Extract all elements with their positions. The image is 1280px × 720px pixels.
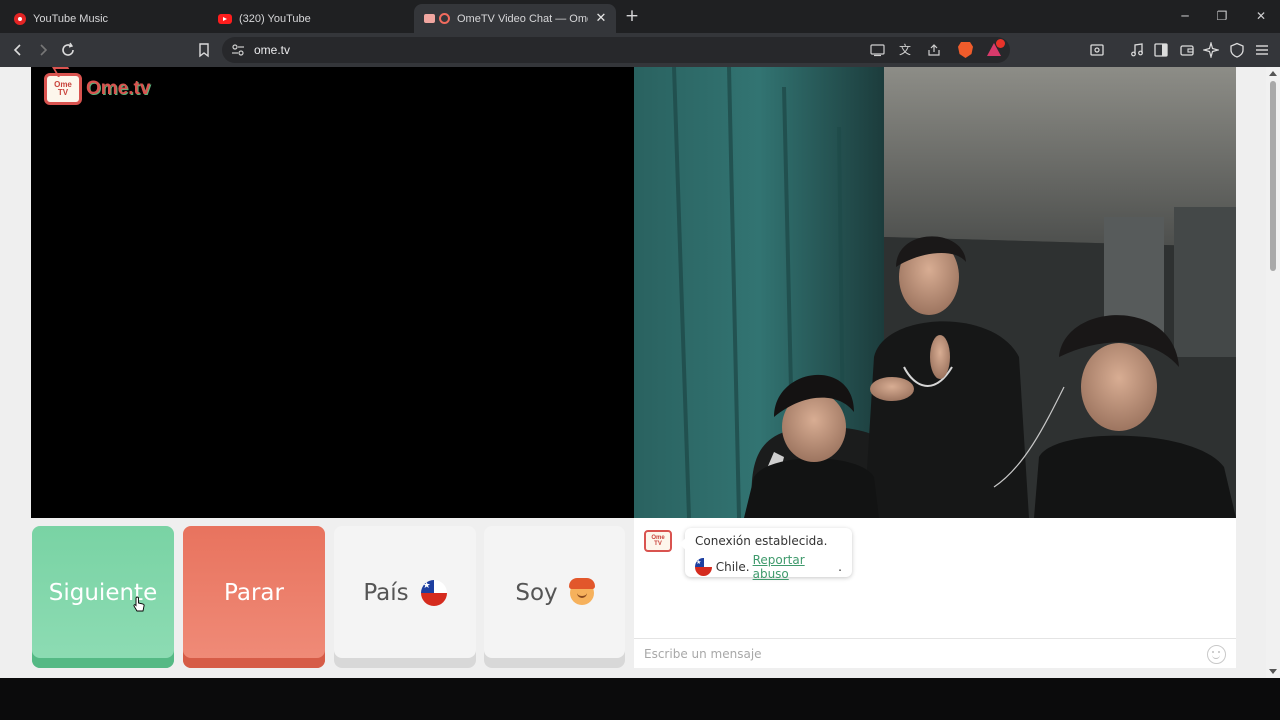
share-icon[interactable] [927, 43, 941, 57]
connection-status: Conexión establecida. [695, 534, 828, 548]
page-content: Ome TV Ome.tv Siguiente Parar País ★ Soy… [0, 67, 1280, 678]
hand-cursor-icon [133, 596, 145, 612]
tab-ometv[interactable]: OmeTV Video Chat — Omegl ✕ [414, 4, 616, 33]
country-button-label: País [363, 580, 409, 606]
bookmark-icon[interactable] [196, 42, 212, 58]
tab-title: OmeTV Video Chat — Omegl [457, 12, 588, 25]
country-button[interactable]: País [334, 526, 476, 668]
partner-country: Chile. [715, 560, 750, 574]
scroll-down-arrow-icon[interactable] [1269, 669, 1277, 674]
restore-icon[interactable]: ❐ [1214, 8, 1230, 24]
youtube-icon [218, 13, 232, 24]
report-suffix: . [838, 560, 842, 574]
stop-button[interactable]: Parar [183, 526, 325, 668]
new-tab-icon[interactable]: + [624, 7, 640, 25]
brave-shields-icon[interactable] [958, 42, 973, 58]
remote-video [634, 67, 1236, 518]
wallet-icon[interactable] [1179, 42, 1195, 58]
recording-icon [439, 13, 450, 24]
chile-flag-icon [420, 580, 447, 606]
local-video: Ome TV Ome.tv [31, 67, 634, 518]
chile-flag-icon [695, 558, 712, 576]
tv-icon: Ome TV [44, 73, 82, 105]
emoji-picker-icon[interactable] [1207, 645, 1226, 664]
remote-video-frame [634, 67, 1236, 518]
ometv-chat-icon: Ome TV [644, 530, 672, 552]
gender-button[interactable]: Soy [484, 526, 625, 668]
chat-panel: Ome TV Conexión establecida. Chile. Repo… [634, 518, 1236, 668]
rewards-badge [996, 39, 1005, 48]
sidebar-icon[interactable] [1153, 42, 1169, 58]
music-icon[interactable] [1129, 42, 1145, 58]
chat-input-area [634, 638, 1236, 668]
ometv-logo[interactable]: Ome TV Ome.tv [44, 73, 150, 105]
ometv-icon [424, 14, 435, 23]
gender-button-label: Soy [515, 580, 558, 606]
tab-title: (320) YouTube [239, 12, 311, 25]
menu-icon[interactable] [1254, 42, 1270, 58]
tab-youtube-music[interactable]: YouTube Music [8, 4, 208, 33]
chat-logo-bottom: TV [654, 541, 662, 547]
stop-button-label: Parar [224, 580, 284, 606]
back-icon[interactable] [10, 42, 26, 58]
system-message: Conexión establecida. Chile. Reportar ab… [679, 528, 852, 581]
screenshot-icon[interactable] [1089, 42, 1105, 58]
url-text: ome.tv [254, 43, 291, 57]
cast-icon[interactable] [870, 43, 885, 57]
boy-emoji-icon [568, 578, 595, 605]
close-tab-icon[interactable]: ✕ [594, 11, 608, 25]
leo-ai-icon[interactable] [1203, 42, 1219, 58]
tab-bar: YouTube Music (320) YouTube OmeTV Video … [0, 0, 1280, 33]
reload-icon[interactable] [60, 42, 76, 58]
browser-toolbar: ome.tv 文 [0, 33, 1280, 67]
youtube-music-icon [14, 12, 26, 25]
message-input[interactable] [644, 644, 1184, 664]
scroll-up-arrow-icon[interactable] [1269, 71, 1277, 76]
page-scrollbar[interactable] [1266, 67, 1280, 678]
minimize-icon[interactable]: ─ [1177, 8, 1193, 24]
address-bar[interactable]: ome.tv 文 [222, 37, 1010, 63]
forward-icon[interactable] [35, 42, 51, 58]
tab-youtube[interactable]: (320) YouTube [212, 4, 412, 33]
logo-text: Ome.tv [86, 78, 151, 99]
scroll-thumb[interactable] [1270, 81, 1276, 271]
vpn-icon[interactable] [1229, 42, 1245, 58]
logo-badge-bottom: TV [57, 88, 69, 97]
tab-title: YouTube Music [33, 12, 109, 25]
close-window-icon[interactable]: ✕ [1253, 8, 1269, 24]
translate-icon[interactable]: 文 [899, 41, 911, 58]
report-abuse-link[interactable]: Reportar abuso [753, 553, 839, 581]
site-settings-icon[interactable] [231, 43, 245, 57]
next-button[interactable]: Siguiente [32, 526, 174, 668]
